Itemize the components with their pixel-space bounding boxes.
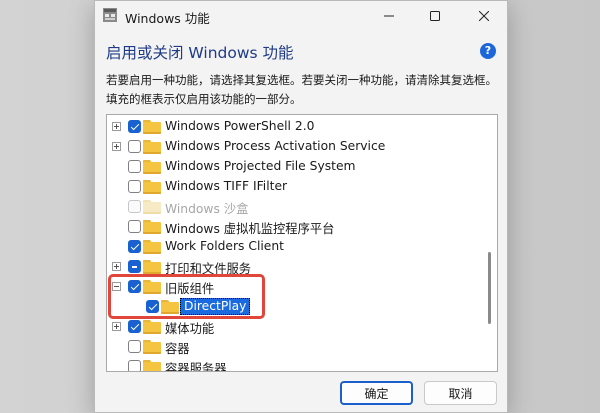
feature-checkbox[interactable] bbox=[128, 340, 141, 353]
minimize-icon bbox=[384, 15, 394, 17]
feature-checkbox[interactable] bbox=[128, 180, 141, 193]
expand-icon[interactable] bbox=[112, 322, 121, 331]
folder-icon bbox=[143, 340, 161, 354]
expand-icon[interactable] bbox=[112, 142, 121, 151]
folder-icon bbox=[143, 360, 161, 371]
folder-icon bbox=[143, 180, 161, 194]
highlight-annotation bbox=[108, 274, 265, 319]
title-bar[interactable]: Windows 功能 bbox=[95, 1, 507, 31]
feature-label[interactable]: Work Folders Client bbox=[165, 239, 284, 253]
vertical-scrollbar[interactable] bbox=[483, 115, 497, 371]
feature-label[interactable]: Windows Projected File System bbox=[165, 159, 356, 173]
folder-icon bbox=[143, 160, 161, 174]
feature-label[interactable]: Windows Process Activation Service bbox=[165, 139, 385, 153]
help-icon[interactable]: ? bbox=[480, 43, 496, 59]
folder-icon bbox=[143, 320, 161, 334]
windows-features-app-icon bbox=[103, 8, 117, 22]
feature-checkbox bbox=[128, 200, 141, 213]
feature-row[interactable]: 容器服务器 bbox=[107, 357, 479, 371]
maximize-icon bbox=[430, 11, 440, 21]
folder-icon bbox=[143, 220, 161, 234]
feature-row[interactable]: Windows 虚拟机监控程序平台 bbox=[107, 217, 479, 237]
feature-row[interactable]: Windows Projected File System bbox=[107, 157, 479, 177]
dialog-description: 若要启用一种功能，请选择其复选框。若要关闭一种功能，请清除其复选框。填充的框表示… bbox=[106, 73, 497, 106]
folder-icon bbox=[143, 140, 161, 154]
feature-row[interactable]: 容器 bbox=[107, 337, 479, 357]
feature-row[interactable]: Windows TIFF IFilter bbox=[107, 177, 479, 197]
folder-icon bbox=[143, 120, 161, 134]
feature-row[interactable]: Work Folders Client bbox=[107, 237, 479, 257]
features-tree[interactable]: Windows PowerShell 2.0 Windows Process Ac… bbox=[106, 114, 498, 372]
feature-row[interactable]: 媒体功能 bbox=[107, 317, 479, 337]
feature-checkbox[interactable] bbox=[128, 140, 141, 153]
feature-label[interactable]: 容器 bbox=[165, 339, 190, 357]
feature-checkbox[interactable] bbox=[128, 160, 141, 173]
close-icon bbox=[479, 11, 489, 21]
feature-checkbox[interactable] bbox=[128, 360, 141, 371]
windows-features-dialog: Windows 功能 启用或关闭 Windows 功能 ? 若要启用一种功能，请… bbox=[94, 0, 508, 413]
feature-label[interactable]: Windows 沙盒 bbox=[165, 199, 248, 217]
minimize-button[interactable] bbox=[366, 1, 412, 31]
folder-icon bbox=[143, 200, 161, 214]
feature-row[interactable]: Windows 沙盒 bbox=[107, 197, 479, 217]
feature-label[interactable]: 媒体功能 bbox=[165, 319, 214, 337]
cancel-button[interactable]: 取消 bbox=[424, 381, 497, 405]
feature-row[interactable]: Windows PowerShell 2.0 bbox=[107, 117, 479, 137]
folder-icon bbox=[143, 240, 161, 254]
feature-label[interactable]: Windows 虚拟机监控程序平台 bbox=[165, 219, 334, 237]
ok-button[interactable]: 确定 bbox=[340, 381, 413, 405]
expand-icon[interactable] bbox=[112, 122, 121, 131]
feature-row[interactable]: Windows Process Activation Service bbox=[107, 137, 479, 157]
folder-icon bbox=[143, 260, 161, 274]
feature-label[interactable]: 容器服务器 bbox=[165, 359, 227, 371]
window-title: Windows 功能 bbox=[125, 11, 210, 26]
expand-icon[interactable] bbox=[112, 262, 121, 271]
close-button[interactable] bbox=[461, 1, 507, 31]
feature-label[interactable]: Windows TIFF IFilter bbox=[165, 179, 287, 193]
feature-checkbox[interactable] bbox=[128, 240, 141, 253]
feature-checkbox[interactable] bbox=[128, 220, 141, 233]
feature-checkbox[interactable] bbox=[128, 260, 141, 273]
feature-checkbox[interactable] bbox=[128, 320, 141, 333]
feature-checkbox[interactable] bbox=[128, 120, 141, 133]
dialog-heading: 启用或关闭 Windows 功能 bbox=[106, 44, 294, 62]
feature-label[interactable]: Windows PowerShell 2.0 bbox=[165, 119, 314, 133]
scrollbar-thumb[interactable] bbox=[488, 252, 491, 324]
maximize-button[interactable] bbox=[412, 1, 458, 31]
